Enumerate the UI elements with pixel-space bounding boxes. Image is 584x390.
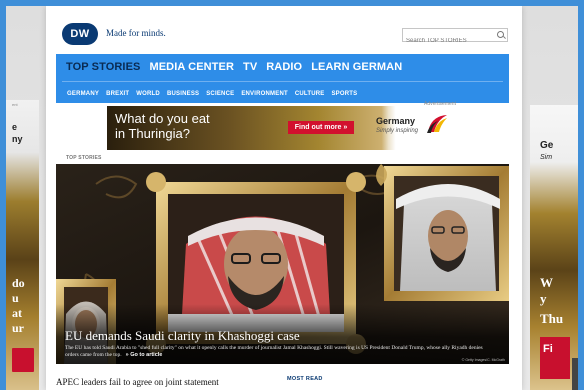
banner-ad-headline: What do you eat in Thuringia? [115, 111, 210, 141]
hero-teaser: The EU has told Saudi Arabia to "shed fu… [65, 345, 485, 359]
search-box[interactable] [402, 28, 508, 47]
go-to-article-label: Go to article [130, 352, 163, 358]
subnav-item-science[interactable]: SCIENCE [206, 91, 234, 97]
ad-fragment: ur [12, 321, 24, 335]
go-to-article-link[interactable]: » Go to article [126, 352, 163, 358]
subnav-item-business[interactable]: BUSINESS [167, 91, 199, 97]
tagline: Made for minds. [106, 28, 166, 38]
ad-fragment: e [12, 122, 18, 132]
banner-brand-tagline: Simply inspiring [376, 128, 419, 134]
ad-fragment: do [12, 276, 25, 290]
subnav-item-environment[interactable]: ENVIRONMENT [241, 91, 288, 97]
nav-item-top-stories[interactable]: TOP STORIES [66, 61, 140, 73]
nav-secondary: GERMANY BREXIT WORLD BUSINESS SCIENCE EN… [67, 91, 357, 97]
subnav-item-world[interactable]: WORLD [136, 91, 160, 97]
page-container: DW Made for minds. TOP STORIES MEDIA CEN… [46, 6, 522, 390]
ad-fragment: at [12, 306, 22, 320]
ad-fragment: ent [12, 102, 18, 107]
ad-fragment: ny [12, 134, 23, 144]
ad-fragment: Sim [540, 154, 553, 161]
search-icon[interactable] [497, 31, 504, 38]
germany-brand-logo-icon [427, 115, 447, 133]
article-headline[interactable]: APEC leaders fail to agree on joint stat… [56, 377, 219, 387]
dw-logo[interactable]: DW [62, 23, 98, 45]
ad-cta-button[interactable]: Fi [540, 337, 570, 379]
left-skyscraper-ad[interactable]: ent e ny do u at ur [6, 100, 39, 390]
nav-item-tv[interactable]: TV [243, 61, 257, 73]
search-input[interactable] [403, 35, 496, 47]
right-skyscraper-ad[interactable]: Ge Sim W y Thu Fi [530, 105, 578, 390]
banner-ad-line: What do you eat [115, 111, 210, 126]
ad-fragment: Ge [540, 140, 554, 151]
scrollbar-thumb[interactable] [572, 358, 578, 390]
nav-item-learn-german[interactable]: LEARN GERMAN [311, 61, 402, 73]
ad-fragment: y [540, 291, 547, 306]
banner-brand: Germany [376, 116, 416, 126]
nav-divider [62, 81, 503, 82]
subnav-item-culture[interactable]: CULTURE [295, 91, 325, 97]
ad-fragment: W [540, 275, 553, 290]
section-label: TOP STORIES [66, 155, 102, 161]
find-out-more-label: Find out more [294, 124, 342, 131]
nav-primary: TOP STORIES MEDIA CENTER TV RADIO LEARN … [66, 61, 402, 73]
image-credit: © Getty Images/C. McGrath [461, 358, 505, 362]
ad-cta-label: Fi [543, 343, 553, 355]
hero-headline[interactable]: EU demands Saudi clarity in Khashoggi ca… [65, 328, 300, 344]
ad-cta-button[interactable] [12, 348, 34, 372]
subnav-item-sports[interactable]: SPORTS [331, 91, 357, 97]
nav-item-media-center[interactable]: MEDIA CENTER [149, 61, 234, 73]
dw-logo-mark: DW [62, 23, 98, 45]
most-read-heading: MOST READ [287, 376, 323, 382]
banner-ad[interactable]: What do you eat in Thuringia? Find out m… [107, 106, 459, 150]
ad-fragment: Thu [540, 311, 564, 326]
main-navigation: TOP STORIES MEDIA CENTER TV RADIO LEARN … [56, 54, 509, 103]
find-out-more-button[interactable]: Find out more » [288, 121, 354, 134]
nav-item-radio[interactable]: RADIO [266, 61, 302, 73]
subnav-item-germany[interactable]: GERMANY [67, 91, 99, 97]
banner-ad-line: in Thuringia? [115, 126, 190, 141]
subnav-item-brexit[interactable]: BREXIT [106, 91, 129, 97]
hero-article[interactable]: EU demands Saudi clarity in Khashoggi ca… [56, 164, 509, 364]
ad-fragment: u [12, 291, 19, 305]
